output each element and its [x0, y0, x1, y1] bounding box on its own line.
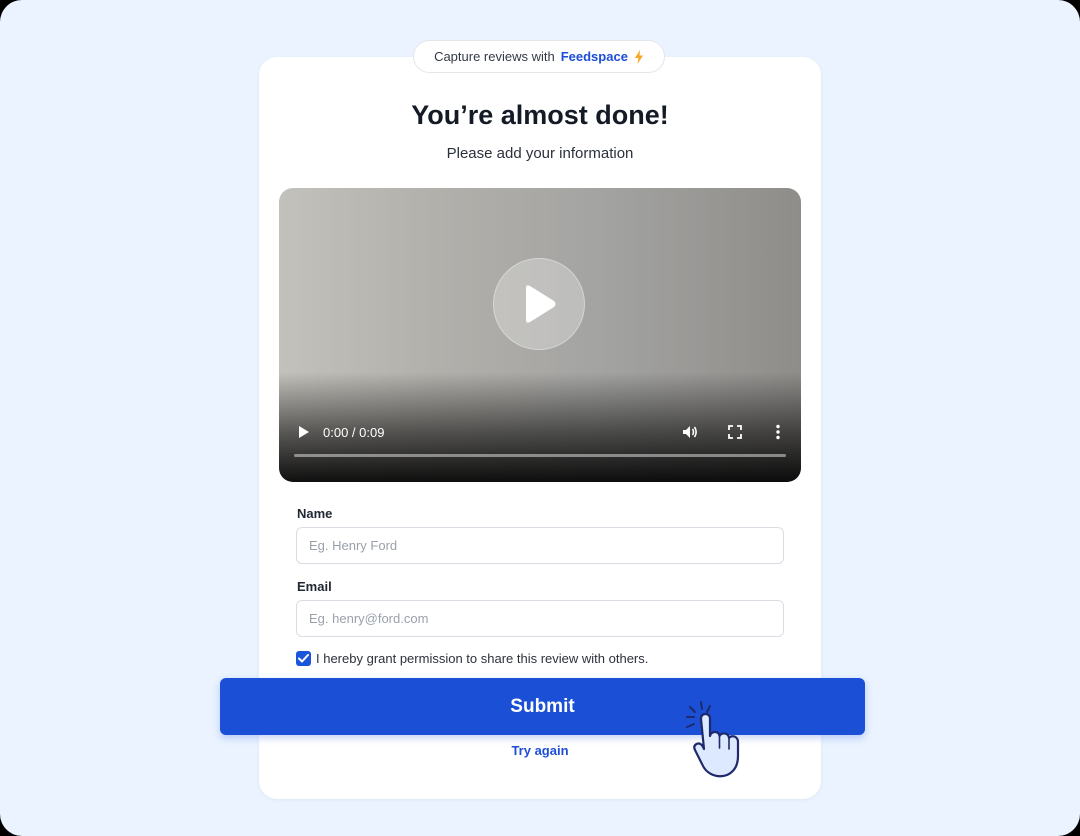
email-label: Email [297, 579, 332, 594]
page-background: Capture reviews with Feedspace You’re al… [0, 0, 1080, 836]
page-title: You’re almost done! [411, 100, 669, 130]
page-subtitle: Please add your information [446, 145, 634, 162]
brand-name: Feedspace [560, 49, 628, 64]
video-player[interactable]: 0:00 / 0:09 [279, 188, 801, 482]
submit-button[interactable]: Submit [220, 678, 865, 735]
video-controls: 0:00 / 0:09 [279, 412, 801, 482]
brand-badge[interactable]: Capture reviews with Feedspace [413, 40, 665, 73]
name-input[interactable] [296, 527, 784, 564]
video-progress-bar[interactable] [294, 454, 786, 457]
consent-row: I hereby grant permission to share this … [296, 651, 648, 666]
checkmark-icon [298, 654, 309, 663]
fullscreen-icon[interactable] [726, 423, 744, 441]
consent-checkbox[interactable] [296, 651, 311, 666]
pointer-hand-icon [686, 701, 740, 778]
video-time: 0:00 / 0:09 [323, 425, 385, 440]
name-label: Name [297, 506, 333, 521]
volume-icon[interactable] [681, 423, 699, 441]
big-play-button[interactable] [493, 258, 585, 350]
email-input[interactable] [296, 600, 784, 637]
more-options-icon[interactable] [774, 423, 782, 441]
lightning-bolt-icon [634, 49, 643, 64]
brand-badge-prefix: Capture reviews with [434, 49, 555, 64]
play-icon[interactable] [297, 424, 311, 440]
consent-text: I hereby grant permission to share this … [316, 651, 649, 666]
play-icon [526, 285, 556, 323]
